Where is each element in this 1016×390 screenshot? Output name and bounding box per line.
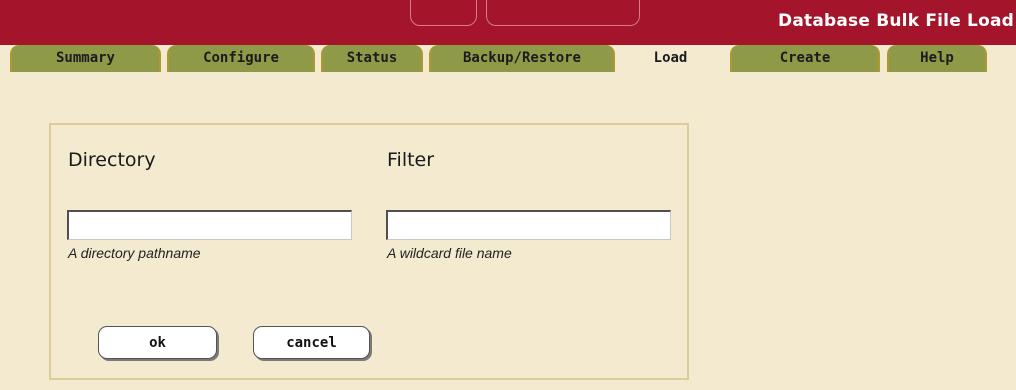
filter-input[interactable] <box>386 210 671 240</box>
tab-configure[interactable]: Configure <box>167 45 315 72</box>
app-title: Database Bulk File Load <box>778 11 1014 31</box>
directory-heading: Directory <box>68 149 156 171</box>
tab-status[interactable]: Status <box>321 45 423 72</box>
header-ghost-tab <box>410 0 477 26</box>
header-ghost-tab <box>486 0 640 26</box>
tab-backup-restore[interactable]: Backup/Restore <box>429 45 615 72</box>
directory-input[interactable] <box>67 210 352 240</box>
header-bar: Database Bulk File Load <box>0 0 1016 45</box>
directory-hint: A directory pathname <box>68 245 201 261</box>
filter-heading: Filter <box>387 149 435 171</box>
tab-bar: Summary Configure Status Backup/Restore … <box>0 45 1016 72</box>
ok-button[interactable]: ok <box>98 326 217 359</box>
tab-summary[interactable]: Summary <box>10 45 161 72</box>
cancel-button[interactable]: cancel <box>253 326 370 359</box>
tab-load[interactable]: Load <box>621 45 720 72</box>
tab-help[interactable]: Help <box>887 45 987 72</box>
filter-hint: A wildcard file name <box>387 245 512 261</box>
tab-create[interactable]: Create <box>730 45 880 72</box>
